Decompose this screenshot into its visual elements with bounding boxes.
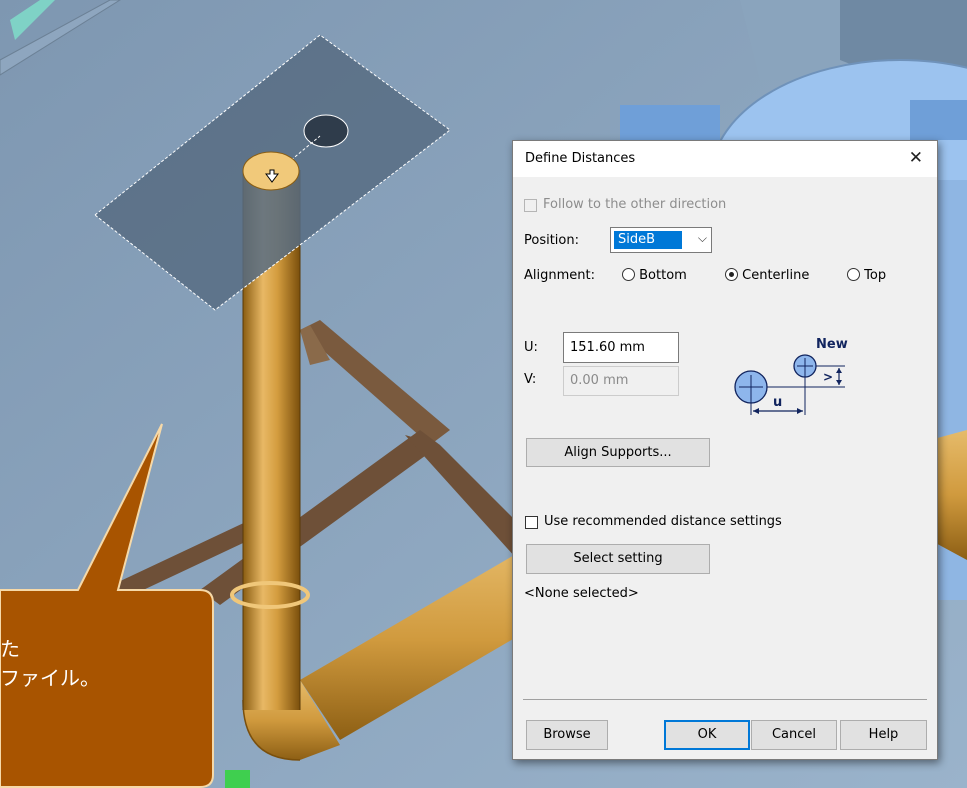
v-value: 0.00 mm — [570, 373, 629, 388]
radio-bottom-circle — [622, 268, 635, 281]
select-setting-button[interactable]: Select setting — [526, 544, 710, 574]
radio-top-circle — [847, 268, 860, 281]
dialog-title: Define Distances — [525, 151, 636, 166]
align-supports-label: Align Supports... — [564, 445, 672, 460]
alignment-radio-centerline[interactable]: Centerline — [725, 268, 809, 283]
align-supports-button[interactable]: Align Supports... — [526, 438, 710, 467]
v-label: V: — [524, 372, 537, 387]
callout-text-line2: ファイル。 — [0, 666, 100, 690]
position-select[interactable]: SideB ⌵ — [610, 227, 712, 253]
u-input[interactable]: 151.60 mm — [563, 332, 679, 363]
u-label: U: — [524, 340, 538, 355]
v-input[interactable]: 0.00 mm — [563, 366, 679, 396]
define-distances-dialog: Define Distances ✕ Follow to the other d… — [512, 140, 938, 760]
dialog-separator — [523, 699, 927, 700]
cancel-label: Cancel — [771, 727, 817, 742]
alignment-bottom-label: Bottom — [639, 268, 687, 283]
position-selected-value: SideB — [614, 231, 682, 249]
chevron-down-icon[interactable]: ⌵ — [698, 231, 707, 246]
cancel-button[interactable]: Cancel — [751, 720, 837, 750]
help-button[interactable]: Help — [840, 720, 927, 750]
alignment-top-label: Top — [864, 268, 887, 283]
svg-text:>: > — [823, 370, 833, 384]
alignment-centerline-label: Centerline — [742, 268, 810, 283]
callout-text-line1: た — [0, 637, 20, 661]
alignment-label: Alignment: — [524, 268, 595, 283]
dialog-title-bar[interactable]: Define Distances ✕ — [513, 141, 937, 177]
follow-direction-label: Follow to the other direction — [543, 197, 727, 212]
use-recommended-checkbox[interactable] — [525, 516, 538, 529]
browse-button[interactable]: Browse — [526, 720, 608, 750]
alignment-radio-top[interactable]: Top — [847, 268, 886, 283]
browse-label: Browse — [543, 727, 591, 742]
follow-direction-checkbox[interactable] — [524, 199, 537, 212]
position-label: Position: — [524, 233, 579, 248]
use-recommended-label: Use recommended distance settings — [544, 514, 782, 529]
ok-label: OK — [697, 727, 717, 742]
diagram-new-label: New — [816, 337, 848, 352]
close-icon[interactable]: ✕ — [909, 148, 923, 168]
select-setting-label: Select setting — [573, 551, 663, 566]
help-label: Help — [868, 727, 899, 742]
u-value: 151.60 mm — [570, 340, 645, 355]
diagram-u-label: u — [773, 395, 783, 410]
selected-setting-text: <None selected> — [524, 586, 639, 601]
ok-button[interactable]: OK — [664, 720, 750, 750]
radio-centerline-circle — [725, 268, 738, 281]
alignment-radio-bottom[interactable]: Bottom — [622, 268, 687, 283]
